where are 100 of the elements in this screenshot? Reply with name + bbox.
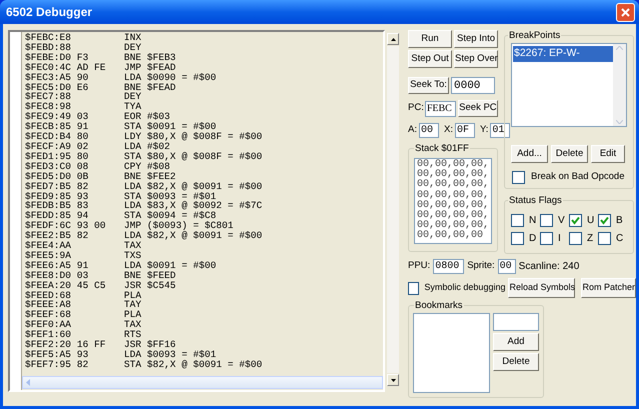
seek-pc-button[interactable]: Seek PC <box>458 100 498 117</box>
code-instruction: LDA $83,X @ $0092 = #$7C <box>124 201 262 212</box>
code-address: $FEE4:AA <box>25 241 72 251</box>
code-instruction: DEY <box>124 92 142 102</box>
code-address: $FED7:B5 82 <box>25 182 90 192</box>
down-arrow-icon <box>390 378 396 382</box>
checkbox-label: Break on Bad Opcode <box>531 170 624 184</box>
edit-button[interactable]: Edit <box>591 145 625 163</box>
code-address: $FEF0:AA <box>25 320 72 330</box>
scroll-up-button[interactable] <box>387 33 400 45</box>
code-instruction: LDA $82,X @ $0091 = #$00 <box>124 231 262 242</box>
bookmark-field[interactable] <box>493 313 539 331</box>
ppu-label: PPU: <box>408 259 430 274</box>
code-instruction: BNE $FEED <box>124 270 176 281</box>
code-instruction: TYA <box>124 102 142 112</box>
checkbox[interactable] <box>598 214 611 227</box>
window-title: 6502 Debugger <box>6 4 92 21</box>
register-field[interactable]: 0F <box>454 123 475 138</box>
checkbox[interactable] <box>540 232 553 245</box>
code-address: $FED5:D0 0B <box>25 172 90 182</box>
checkbox[interactable] <box>569 214 582 227</box>
close-button[interactable] <box>616 2 635 22</box>
code-address: $FECF:A9 02 <box>25 142 90 152</box>
code-address: $FED3:C0 08 <box>25 162 90 172</box>
checkbox[interactable] <box>408 282 420 294</box>
code-instruction: LDA $0090 = #$00 <box>124 72 216 83</box>
sprite-field[interactable]: 00 <box>498 259 516 274</box>
step-out-button[interactable]: Step Out <box>408 50 452 68</box>
scanline-label: Scanline: 240 <box>518 260 580 274</box>
code-instruction: DEY <box>124 42 142 53</box>
rom-patcher-button[interactable]: Rom Patcher <box>581 278 636 298</box>
checkbox[interactable] <box>540 214 553 227</box>
flag-label: I <box>558 232 561 246</box>
register-field[interactable]: 01 <box>490 123 510 138</box>
delete-button[interactable]: Delete <box>551 145 588 163</box>
code-address: $FEDB:B5 83 <box>25 201 90 212</box>
add-button[interactable]: Add... <box>511 145 548 163</box>
code-address: $FEF2:20 16 FF <box>25 340 107 350</box>
code-instruction: LDY $80,X @ $008F = #$00 <box>124 132 262 142</box>
code-address: $FEDD:85 94 <box>25 211 90 222</box>
register-label: X: <box>444 123 453 138</box>
code-instruction: LDA $0091 = #$00 <box>124 260 216 271</box>
code-instruction: TAY <box>124 300 142 310</box>
ppu-field[interactable]: 0800 <box>433 259 464 274</box>
code-address: $FEE2:B5 82 <box>25 231 90 242</box>
delete-button[interactable]: Delete <box>493 353 539 371</box>
horizontal-scrollbar[interactable] <box>22 376 384 389</box>
code-instruction: CPY #$08 <box>124 162 170 172</box>
scroll-down-button[interactable] <box>387 374 400 386</box>
code-instruction: PLA <box>124 290 142 300</box>
code-address: $FEDF:6C 93 00 <box>25 221 107 232</box>
code-address: $FEF5:A5 93 <box>25 350 90 360</box>
code-instruction: BNE $FEE2 <box>124 172 176 182</box>
code-instruction: LDA #$02 <box>124 142 170 152</box>
code-instruction: STA $0091 = #$00 <box>124 122 216 132</box>
code-instruction: JSR $FF16 <box>124 340 176 350</box>
code-address: $FECD:B4 80 <box>25 132 90 142</box>
code-address: $FEE8:D0 03 <box>25 270 90 281</box>
pc-field[interactable]: FEBC <box>424 100 456 116</box>
vertical-scrollbar[interactable] <box>387 46 400 373</box>
code-instruction: TAX <box>124 241 142 251</box>
code-instruction: RTS <box>124 330 142 340</box>
breakpoint-item[interactable]: $2267: EP-W- <box>513 46 613 62</box>
code-address: $FEC0:4C AD FE <box>25 62 107 73</box>
checkbox[interactable] <box>511 232 524 245</box>
code-instruction: INX <box>124 33 142 43</box>
code-instruction: STA $0094 = #$C8 <box>124 211 216 222</box>
checkbox[interactable] <box>512 170 525 184</box>
code-address: $FEEF:68 <box>25 310 72 320</box>
code-address: $FEBC:E8 <box>25 33 72 43</box>
code-instruction: BNE $FEAD <box>124 82 176 92</box>
code-address: $FEC3:A5 90 <box>25 72 90 83</box>
code-address: $FEC7:88 <box>25 92 72 102</box>
checkbox-label: Symbolic debugging <box>424 281 506 294</box>
checkbox[interactable] <box>569 232 582 245</box>
seek-address-field[interactable]: 0000 <box>451 77 495 94</box>
code-instruction: TAX <box>124 320 142 330</box>
pc-label: PC: <box>408 101 424 116</box>
code-instruction: STA $82,X @ $0091 = #$00 <box>124 360 262 370</box>
add-button[interactable]: Add <box>493 333 539 351</box>
run-button[interactable]: Run <box>408 30 452 48</box>
code-address: $FECB:85 91 <box>25 122 90 132</box>
code-instruction: EOR #$03 <box>124 112 170 122</box>
code-address: $FEED:68 <box>25 290 72 300</box>
vertical-scrollbar[interactable] <box>613 44 626 126</box>
code-address: $FEE6:A5 91 <box>25 260 90 271</box>
left-arrow-icon <box>26 379 31 386</box>
register-field[interactable]: 00 <box>418 123 439 138</box>
checkbox[interactable] <box>598 232 611 245</box>
flag-label: Z <box>587 232 594 246</box>
register-label: Y: <box>480 123 488 138</box>
code-instruction: LDA $82,X @ $0091 = #$00 <box>124 182 262 192</box>
step-into-button[interactable]: Step Into <box>454 30 498 48</box>
code-address: $FEC5:D0 E6 <box>25 82 90 92</box>
flag-label: N <box>529 214 536 228</box>
code-address: $FEEE:A8 <box>25 300 72 310</box>
seek-to-button[interactable]: Seek To: <box>408 77 449 94</box>
code-instruction: BNE $FEB3 <box>124 52 176 63</box>
checkbox[interactable] <box>511 214 524 227</box>
code-address: $FEF7:95 82 <box>25 360 90 370</box>
